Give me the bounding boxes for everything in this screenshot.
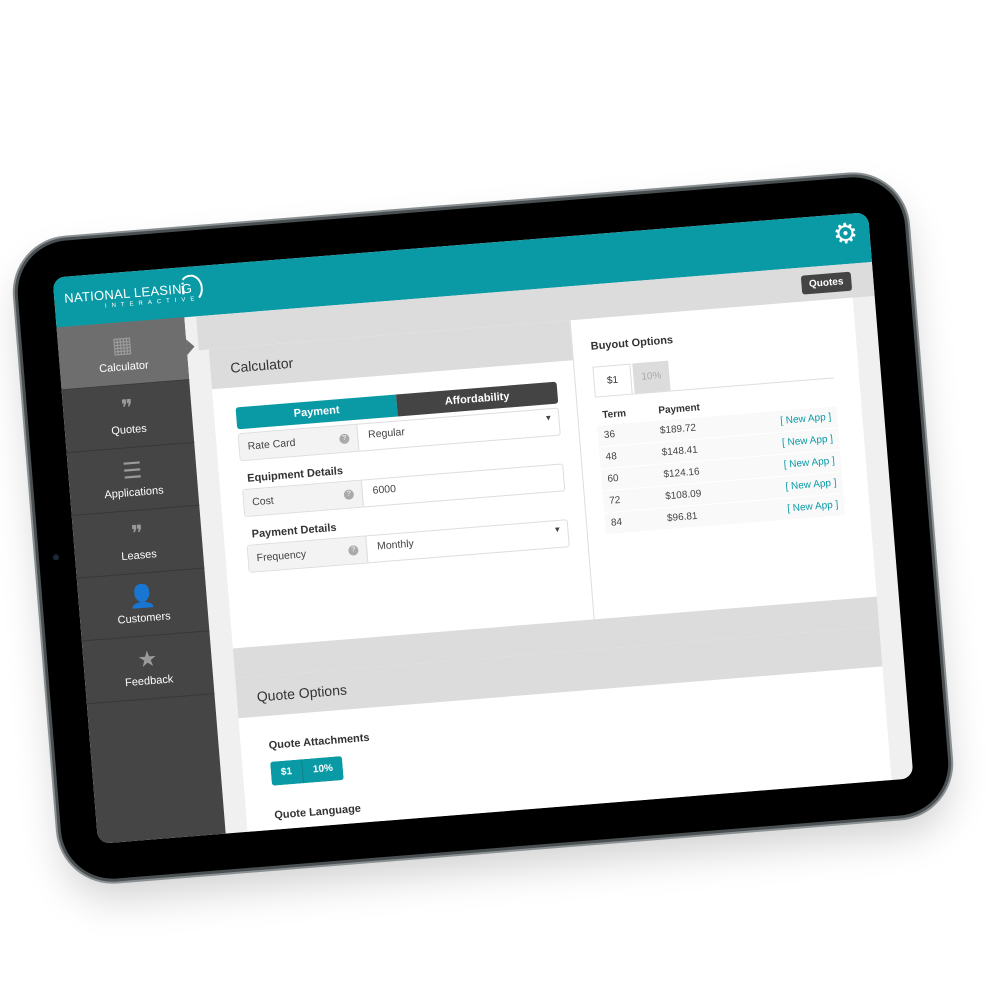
- attachment-1-button[interactable]: $1: [270, 759, 304, 786]
- sidebar-item-leases[interactable]: ❞ Leases: [71, 505, 205, 579]
- quote-language-toggle: English French: [275, 822, 387, 844]
- tab-buyout-1[interactable]: $1: [592, 363, 633, 397]
- frequency-label: Frequency: [256, 548, 307, 565]
- help-icon[interactable]: ?: [339, 433, 350, 445]
- chevron-down-icon: ▼: [553, 524, 562, 535]
- brand-mark-icon: i: [177, 273, 204, 304]
- cost-label: Cost: [251, 494, 275, 509]
- quotes-button[interactable]: Quotes: [800, 271, 853, 295]
- french-button[interactable]: French: [331, 822, 387, 844]
- calculator-panel: Calculator Payment Affordability Rate Ca…: [208, 320, 594, 648]
- sidebar-item-feedback[interactable]: ★ Feedback: [81, 631, 215, 705]
- buyout-options-panel: Buyout Options $1 10% Term Payment 36 $1…: [569, 297, 877, 620]
- buyout-tabs: $1 10%: [592, 347, 835, 398]
- english-button[interactable]: English: [275, 827, 334, 844]
- attachment-10-button[interactable]: 10%: [301, 756, 344, 784]
- sidebar-nav: ▦ Calculator ❞ Quotes ☰ Applications ❞ L…: [56, 317, 226, 844]
- brand-logo[interactable]: NATIONAL LEASING INTERACTIVE i: [64, 273, 204, 313]
- quote-language-heading: Quote Language: [273, 802, 362, 822]
- main-content: Calculator Payment Affordability Rate Ca…: [208, 297, 892, 844]
- stage: NATIONAL LEASING INTERACTIVE i ⚙ Quotes …: [0, 0, 1000, 1000]
- sidebar-item-customers[interactable]: 👤 Customers: [76, 568, 210, 642]
- chevron-down-icon: ▼: [544, 413, 553, 423]
- quote-attachments-toggle: $1 10%: [270, 756, 344, 786]
- buyout-table: Term Payment 36 $189.72 [ New App ] 48 $…: [596, 388, 846, 535]
- gear-icon[interactable]: ⚙: [831, 217, 861, 250]
- term-cell: 84: [604, 508, 662, 535]
- camera-dot: [52, 554, 60, 561]
- sidebar-item-quotes[interactable]: ❞ Quotes: [61, 380, 195, 454]
- help-icon[interactable]: ?: [343, 489, 355, 501]
- help-icon[interactable]: ?: [347, 545, 359, 556]
- sidebar-item-applications[interactable]: ☰ Applications: [66, 442, 200, 516]
- sidebar-item-calculator[interactable]: ▦ Calculator: [56, 317, 190, 391]
- app-screen: NATIONAL LEASING INTERACTIVE i ⚙ Quotes …: [52, 212, 914, 844]
- buyout-options-title: Buyout Options: [590, 334, 674, 353]
- tab-buyout-10[interactable]: 10%: [632, 360, 671, 394]
- rate-card-label: Rate Card: [247, 436, 296, 453]
- tablet-frame: NATIONAL LEASING INTERACTIVE i ⚙ Quotes …: [13, 173, 953, 883]
